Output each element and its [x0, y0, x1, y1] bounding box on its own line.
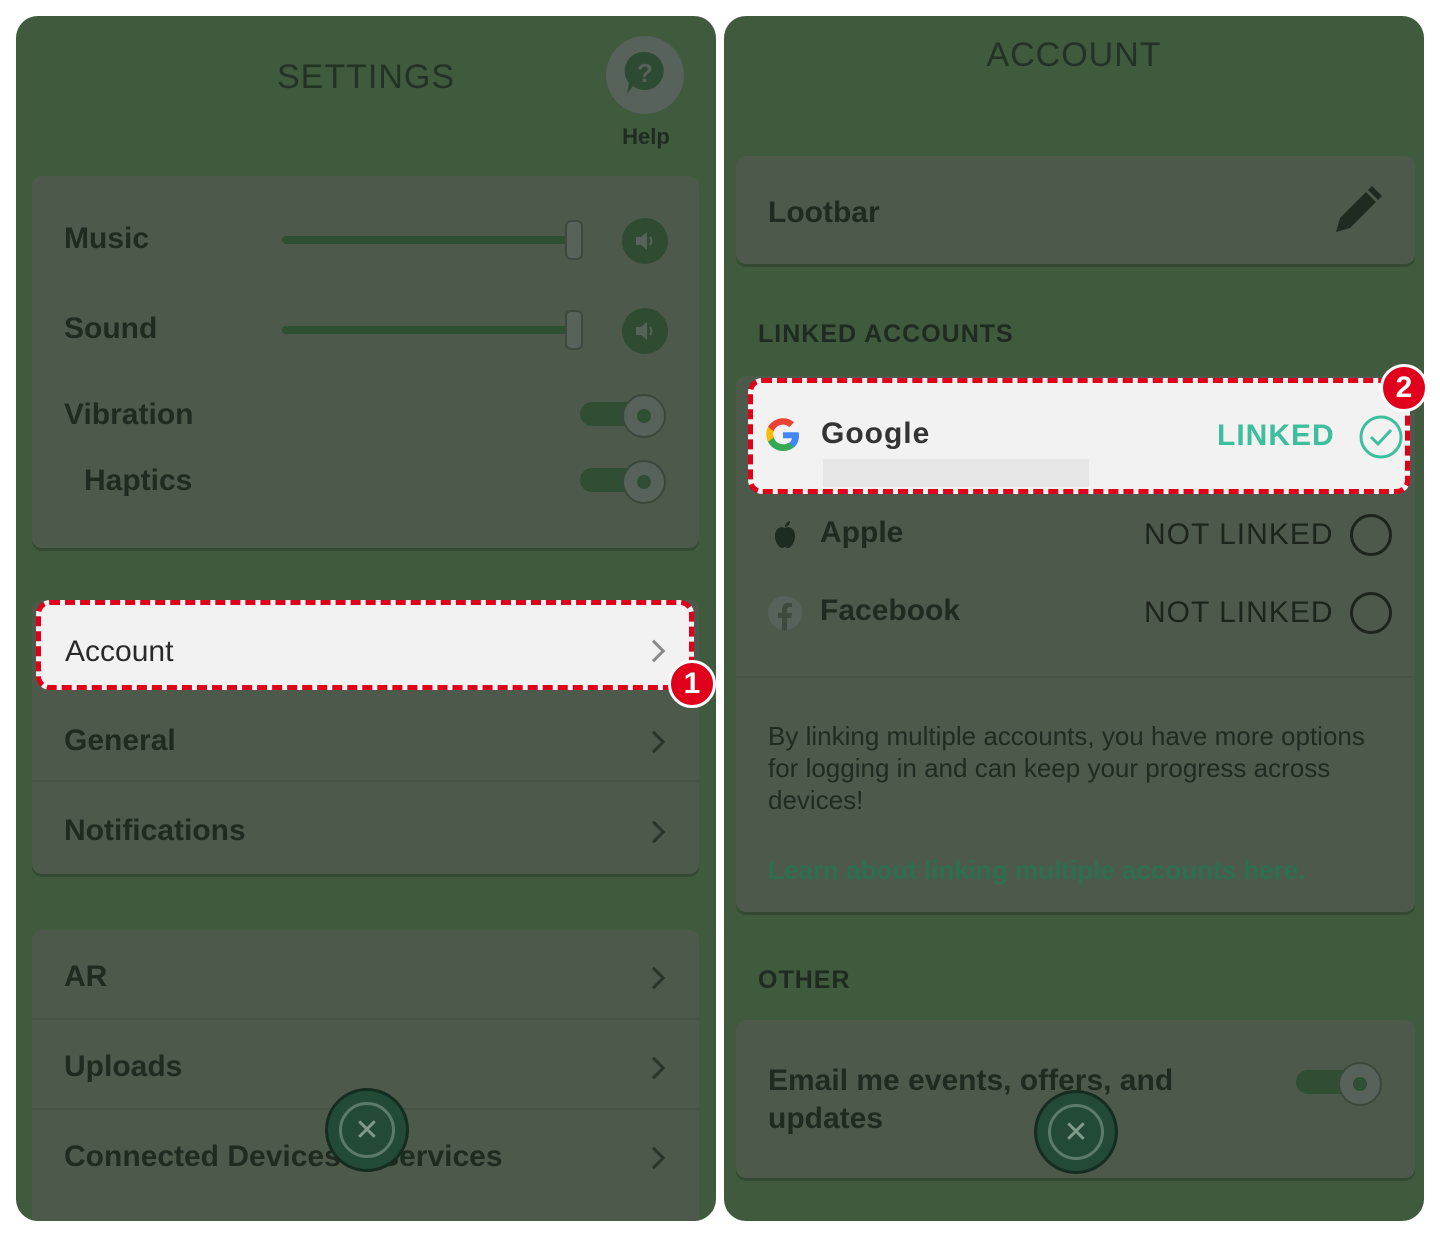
- check-circle-icon: [1359, 415, 1403, 459]
- vibration-toggle[interactable]: [580, 394, 666, 438]
- help-icon: ?: [606, 36, 684, 114]
- close-icon: ✕: [339, 1102, 395, 1158]
- close-button[interactable]: ✕: [1034, 1090, 1118, 1174]
- music-label: Music: [64, 222, 150, 255]
- uploads-menu-item[interactable]: Uploads: [64, 1050, 182, 1084]
- speaker-icon: [636, 322, 653, 340]
- speaker-icon: [636, 232, 653, 250]
- google-account-row[interactable]: Google LINKED: [748, 378, 1410, 494]
- facebook-status: NOT LINKED: [1144, 596, 1334, 629]
- facebook-icon: [768, 596, 802, 630]
- help-label: Help: [622, 124, 670, 149]
- facebook-account-row[interactable]: Facebook NOT LINKED: [736, 578, 1415, 648]
- linked-accounts-heading: LINKED ACCOUNTS: [758, 320, 1014, 348]
- close-button[interactable]: ✕: [325, 1088, 409, 1172]
- chevron-right-icon: [642, 730, 666, 754]
- apple-icon: [775, 521, 795, 548]
- general-menu-item[interactable]: General: [64, 724, 176, 758]
- chevron-right-icon: [642, 1146, 666, 1170]
- account-title: ACCOUNT: [986, 36, 1162, 74]
- sound-label: Sound: [64, 312, 158, 345]
- music-slider-knob[interactable]: [565, 220, 583, 260]
- svg-text:?: ?: [637, 58, 653, 88]
- unchecked-circle-icon: [1350, 592, 1392, 634]
- sound-slider-knob[interactable]: [565, 310, 583, 350]
- help-button[interactable]: ? Help: [604, 36, 688, 166]
- unchecked-circle-icon: [1350, 514, 1392, 556]
- email-preference-toggle[interactable]: [1296, 1062, 1382, 1106]
- apple-account-row[interactable]: Apple NOT LINKED: [736, 500, 1415, 570]
- music-mute-button[interactable]: [622, 218, 668, 264]
- apple-status: NOT LINKED: [1144, 518, 1334, 551]
- google-label: Google: [821, 417, 931, 450]
- pencil-icon[interactable]: [1326, 182, 1386, 242]
- ar-menu-item[interactable]: AR: [64, 960, 107, 994]
- email-preference-label: Email me events, offers, and updates: [768, 1064, 1174, 1135]
- linking-info-text: By linking multiple accounts, you have m…: [768, 721, 1365, 815]
- menu-card-secondary: AR Uploads Connected Devices & Services: [32, 930, 699, 1221]
- chevron-right-icon: [642, 966, 666, 990]
- chevron-right-icon: [642, 639, 666, 663]
- google-icon: [766, 418, 799, 451]
- other-heading: OTHER: [758, 966, 851, 994]
- music-slider[interactable]: [282, 236, 582, 244]
- haptics-label: Haptics: [84, 464, 193, 497]
- haptics-toggle[interactable]: [580, 460, 666, 504]
- learn-more-link[interactable]: Learn about linking multiple accounts he…: [768, 854, 1388, 886]
- account-screen: ACCOUNT Lootbar LINKED ACCOUNTS Apple NO…: [724, 16, 1424, 1221]
- username-card[interactable]: Lootbar: [736, 156, 1415, 264]
- menu-card-primary: Account General Notifications: [32, 600, 699, 874]
- google-status: LINKED: [1217, 419, 1335, 452]
- close-icon: ✕: [1048, 1104, 1104, 1160]
- account-menu-item[interactable]: Account: [36, 600, 694, 690]
- username-label: Lootbar: [768, 196, 880, 229]
- step-badge-1: 1: [668, 660, 716, 708]
- chevron-right-icon: [642, 820, 666, 844]
- vibration-label: Vibration: [64, 398, 194, 431]
- account-menu-label: Account: [65, 635, 174, 668]
- sound-mute-button[interactable]: [622, 308, 668, 354]
- audio-settings-card: Music Sound Vibration Haptics: [32, 176, 699, 548]
- sound-slider[interactable]: [282, 326, 582, 334]
- connected-devices-menu-item[interactable]: Connected Devices & Services: [64, 1140, 503, 1174]
- settings-screen: SETTINGS ? Help Music Sound Vibration Ha…: [16, 16, 716, 1221]
- notifications-menu-item[interactable]: Notifications: [64, 814, 246, 848]
- step-badge-2: 2: [1380, 364, 1428, 412]
- chevron-right-icon: [642, 1056, 666, 1080]
- google-email-redacted: [823, 459, 1089, 487]
- apple-label: Apple: [820, 516, 904, 549]
- facebook-label: Facebook: [820, 594, 961, 627]
